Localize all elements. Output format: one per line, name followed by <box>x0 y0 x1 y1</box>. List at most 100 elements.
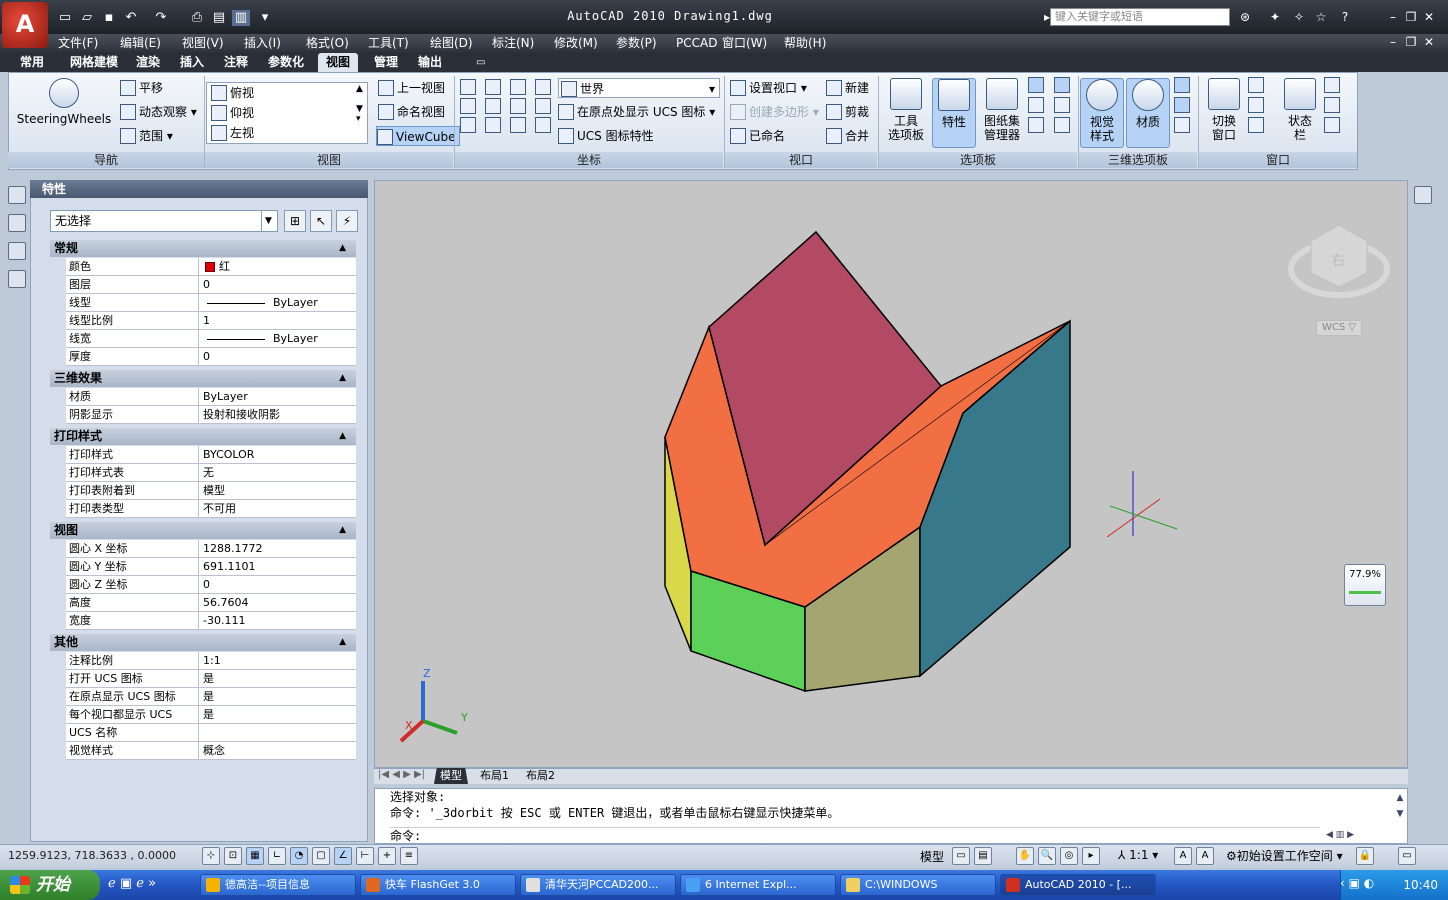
layout-icon[interactable]: ▭ <box>952 847 970 865</box>
dbconnect-icon[interactable] <box>1028 97 1044 113</box>
view-item-bottom[interactable]: 仰视 <box>207 103 367 123</box>
new-viewport-button[interactable]: 新建 <box>826 78 869 98</box>
tab-mesh-modeling[interactable]: 网格建模 <box>62 53 126 72</box>
property-value[interactable]: 是 <box>203 688 353 705</box>
command-scrollbar[interactable]: ▲ ▼ <box>1394 790 1406 824</box>
property-row[interactable]: 打印样式表无 <box>66 464 356 482</box>
task-button[interactable]: 德高洁--项目信息 <box>200 874 356 896</box>
task-button[interactable]: 6 Internet Expl... <box>680 874 836 896</box>
property-row[interactable]: 在原点显示 UCS 图标是 <box>66 688 356 706</box>
binoculars-icon[interactable]: ⊛ <box>1236 8 1254 26</box>
ucs-3point-icon[interactable] <box>510 117 526 133</box>
property-value[interactable]: 不可用 <box>203 500 353 517</box>
panel-title-3d-palettes[interactable]: 三维选项板 <box>1079 152 1197 168</box>
property-row[interactable]: 图层 0 <box>66 276 356 294</box>
property-value[interactable]: ByLayer <box>203 294 353 311</box>
lineweight-icon[interactable]: ≡ <box>400 847 418 865</box>
property-row[interactable]: 打开 UCS 图标是 <box>66 670 356 688</box>
property-value[interactable]: 概念 <box>203 742 353 759</box>
clock[interactable]: 10:40 <box>1388 876 1438 894</box>
sheet-icon[interactable] <box>1028 117 1044 133</box>
tab-manage[interactable]: 管理 <box>366 53 406 72</box>
property-row[interactable]: 圆心 Y 坐标 691.1101 <box>66 558 356 576</box>
favorites-icon[interactable]: ☆ <box>1312 8 1330 26</box>
properties-palette-button[interactable]: 特性 <box>932 78 976 148</box>
menu-format[interactable]: 格式(O) <box>306 35 349 51</box>
property-value[interactable]: 0 <box>203 276 353 293</box>
workspace-dropdown-icon[interactable]: ▾ <box>256 10 274 26</box>
property-value[interactable]: 投射和接收阴影 <box>203 406 353 423</box>
markup-icon[interactable] <box>1054 77 1070 93</box>
steeringwheels-button[interactable]: SteeringWheels <box>16 78 112 138</box>
panel-title-palettes[interactable]: 选项板 <box>879 152 1077 168</box>
property-row[interactable]: 线型 ByLayer <box>66 294 356 312</box>
property-value[interactable]: 1288.1772 <box>203 540 353 557</box>
property-row[interactable]: UCS 名称 <box>66 724 356 742</box>
annotation-visibility-icon[interactable]: A <box>1174 847 1192 865</box>
ucs-dropdown[interactable]: 世界 ▾ <box>558 78 720 98</box>
tile-vertical-icon[interactable] <box>1248 97 1264 113</box>
viewport-config-button[interactable]: 设置视口 ▾ <box>730 78 807 98</box>
open-file-icon[interactable]: ▱ <box>78 10 96 26</box>
pan-button[interactable]: 平移 <box>120 78 163 98</box>
menu-window[interactable]: 窗口(W) <box>722 35 767 51</box>
ucs-y-icon[interactable] <box>485 98 501 114</box>
advanced-render-icon[interactable] <box>1174 97 1190 113</box>
property-section-header[interactable]: 三维效果 ▲ <box>50 370 356 387</box>
doc-minimize-icon[interactable]: – <box>1384 34 1402 50</box>
visual-styles-button[interactable]: 视觉 样式 <box>1080 78 1124 148</box>
sheet-set-manager-button[interactable]: 图纸集 管理器 <box>980 78 1024 148</box>
property-row[interactable]: 线型比例 1 <box>66 312 356 330</box>
ucs-object-icon[interactable] <box>485 117 501 133</box>
pan-status-icon[interactable]: ✋ <box>1016 847 1034 865</box>
viewcube-toggle[interactable]: ViewCube <box>376 126 461 146</box>
tab-parametric[interactable]: 参数化 <box>260 53 312 72</box>
polar-icon[interactable]: ◔ <box>290 847 308 865</box>
panel-title-navigation[interactable]: 导航 <box>8 152 204 168</box>
menu-insert[interactable]: 插入(I) <box>244 35 281 51</box>
property-section-header[interactable]: 其他 ▲ <box>50 634 356 651</box>
property-section-header[interactable]: 打印样式 ▲ <box>50 428 356 445</box>
property-row[interactable]: 厚度 0 <box>66 348 356 366</box>
cursor-coordinates[interactable]: 1259.9123, 718.3633 , 0.0000 <box>8 848 198 864</box>
selection-dropdown[interactable]: 无选择 ▼ <box>50 210 278 232</box>
menu-help[interactable]: 帮助(H) <box>784 35 826 51</box>
tab-view[interactable]: 视图 <box>318 53 359 72</box>
communication-icon[interactable]: ✧ <box>1290 8 1308 26</box>
ucs-origin-icon[interactable] <box>535 117 551 133</box>
task-button[interactable]: C:\WINDOWS <box>840 874 996 896</box>
plot-preview-icon[interactable]: ▥ <box>232 10 250 26</box>
autoscale-icon[interactable]: A <box>1196 847 1214 865</box>
orbit-button[interactable]: 动态观察 ▾ <box>120 102 197 122</box>
quick-view-icon[interactable]: ▤ <box>974 847 992 865</box>
property-section-header[interactable]: 常规 ▲ <box>50 240 356 257</box>
tile-horizontal-icon[interactable] <box>1248 77 1264 93</box>
join-viewport-button[interactable]: 合并 <box>826 126 869 146</box>
drawing-viewport[interactable]: Z Y X 右 <box>374 180 1408 768</box>
view-item-top[interactable]: 俯视 <box>207 83 367 103</box>
ucs-icon-properties-button[interactable]: UCS 图标特性 <box>558 126 654 146</box>
task-button[interactable]: 快车 FlashGet 3.0 <box>360 874 516 896</box>
tab-layout2[interactable]: 布局2 <box>520 768 561 784</box>
lock-icon[interactable]: 🔒 <box>1356 847 1374 865</box>
menu-edit[interactable]: 编辑(E) <box>120 35 161 51</box>
select-objects-icon[interactable]: ↖ <box>310 210 332 232</box>
property-value[interactable]: -30.111 <box>203 612 353 629</box>
property-value[interactable]: 0 <box>203 348 353 365</box>
command-hscrollbar[interactable]: ◀ ▥ ▶ <box>1326 828 1390 842</box>
task-button[interactable]: AutoCAD 2010 - [... <box>1000 874 1156 896</box>
tab-home[interactable]: 常用 <box>12 53 52 72</box>
steeringwheel-status-icon[interactable]: ◎ <box>1060 847 1078 865</box>
print-icon[interactable]: ⎙ <box>188 10 206 26</box>
property-value[interactable]: 0 <box>203 576 353 593</box>
ucs-icon[interactable] <box>460 79 476 95</box>
property-row[interactable]: 每个视口都显示 UCS 是 <box>66 706 356 724</box>
dyn-icon[interactable]: + <box>378 847 396 865</box>
collapse-icon[interactable]: ▲ <box>339 634 346 651</box>
subscription-icon[interactable]: ✦ <box>1266 8 1284 26</box>
text-window-icon[interactable] <box>1324 117 1340 133</box>
view-list-scroll-icon[interactable]: ▲ ▼ ▾ <box>356 84 363 124</box>
new-file-icon[interactable]: ▭ <box>56 10 74 26</box>
tab-render[interactable]: 渲染 <box>128 53 168 72</box>
zoom-indicator[interactable]: 77.9% <box>1344 564 1386 606</box>
